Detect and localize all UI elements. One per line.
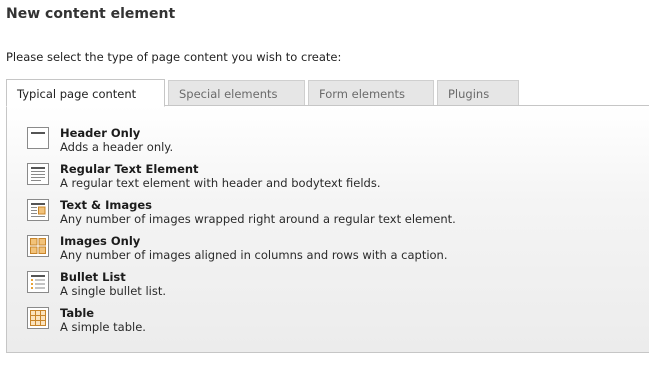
new-content-element-page: New content element Please select the ty… bbox=[0, 0, 650, 377]
tab-typical-page-content[interactable]: Typical page content bbox=[6, 79, 165, 107]
bullet-list-icon bbox=[27, 271, 49, 293]
item-name: Images Only bbox=[60, 234, 141, 248]
item-description: Any number of images wrapped right aroun… bbox=[60, 212, 456, 226]
item-description: A single bullet list. bbox=[60, 284, 166, 298]
item-name: Header Only bbox=[60, 126, 141, 140]
item-description: Adds a header only. bbox=[60, 140, 174, 154]
page-title: New content element bbox=[6, 6, 176, 22]
regular-text-icon bbox=[27, 163, 49, 185]
text-images-icon bbox=[27, 199, 49, 221]
item-description: A simple table. bbox=[60, 320, 146, 334]
item-name: Regular Text Element bbox=[60, 162, 199, 176]
item-name: Table bbox=[60, 306, 95, 320]
tab-bar: Typical page content Special elements Fo… bbox=[6, 79, 522, 107]
item-description: Any number of images aligned in columns … bbox=[60, 248, 448, 262]
tab-form-elements[interactable]: Form elements bbox=[308, 80, 434, 106]
item-name: Text & Images bbox=[60, 198, 152, 212]
table-icon bbox=[27, 307, 49, 329]
tab-plugins[interactable]: Plugins bbox=[437, 80, 519, 106]
tab-special-elements[interactable]: Special elements bbox=[168, 80, 305, 106]
item-description: A regular text element with header and b… bbox=[60, 176, 381, 190]
intro-text: Please select the type of page content y… bbox=[6, 50, 342, 64]
images-only-icon bbox=[27, 235, 49, 257]
tab-panel: Header Only Adds a header only. Regular … bbox=[6, 105, 649, 353]
header-only-icon bbox=[27, 127, 49, 149]
item-name: Bullet List bbox=[60, 270, 126, 284]
